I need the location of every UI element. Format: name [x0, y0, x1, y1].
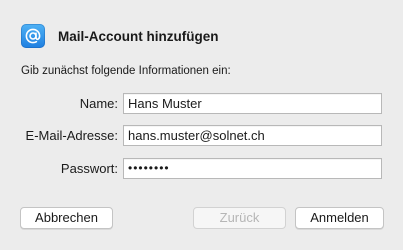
back-button[interactable]: Zurück	[193, 207, 286, 229]
cancel-button[interactable]: Abbrechen	[20, 207, 113, 229]
signin-button[interactable]: Anmelden	[295, 207, 384, 229]
password-label: Passwort:	[60, 161, 118, 176]
name-field[interactable]: Hans Muster	[123, 93, 382, 114]
email-field[interactable]: hans.muster@solnet.ch	[123, 125, 382, 146]
at-sign-icon	[21, 24, 45, 48]
instruction-text: Gib zunächst folgende Informationen ein:	[21, 65, 231, 77]
add-mail-account-dialog: Mail-Account hinzufügen Gib zunächst fol…	[0, 0, 403, 250]
name-label: Name:	[79, 96, 118, 111]
dialog-title: Mail-Account hinzufügen	[58, 29, 219, 44]
password-field[interactable]: ••••••••	[123, 158, 382, 179]
email-label: E-Mail-Adresse:	[25, 128, 118, 143]
